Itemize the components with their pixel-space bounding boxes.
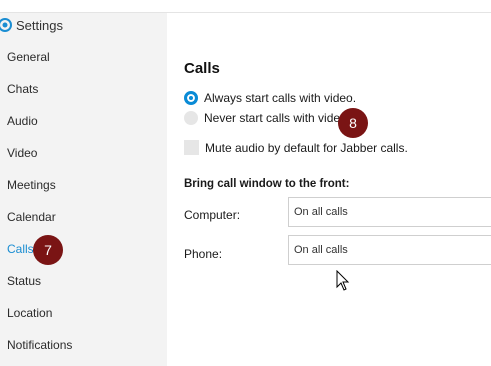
calls-settings-panel: Calls Always start calls with video. Nev… bbox=[167, 13, 491, 366]
always-video-option[interactable]: Always start calls with video. bbox=[184, 91, 356, 105]
sidebar-item-calendar[interactable]: Calendar bbox=[0, 201, 167, 233]
settings-title: Settings bbox=[16, 17, 63, 33]
sidebar-item-audio[interactable]: Audio bbox=[0, 105, 167, 137]
sidebar-item-status[interactable]: Status bbox=[0, 265, 167, 297]
bring-front-heading: Bring call window to the front: bbox=[184, 178, 350, 190]
sidebar-item-notifications[interactable]: Notifications bbox=[0, 329, 167, 361]
phone-label: Phone: bbox=[184, 247, 223, 261]
always-video-label: Always start calls with video. bbox=[204, 91, 357, 105]
never-video-label: Never start calls with video. bbox=[204, 111, 351, 125]
sidebar-nav: General Chats Audio Video Meetings Calen… bbox=[0, 41, 167, 361]
sidebar-item-location[interactable]: Location bbox=[0, 297, 167, 329]
sidebar-item-meetings[interactable]: Meetings bbox=[0, 169, 167, 201]
step-badge-7: 7 bbox=[33, 235, 63, 265]
radio-selected[interactable] bbox=[184, 91, 198, 105]
mute-audio-option[interactable]: Mute audio by default for Jabber calls. bbox=[184, 140, 408, 155]
mute-audio-label: Mute audio by default for Jabber calls. bbox=[205, 140, 408, 155]
never-video-option[interactable]: Never start calls with video. bbox=[184, 111, 350, 125]
sidebar-item-calls[interactable]: Calls bbox=[0, 233, 167, 265]
section-title: Calls bbox=[184, 60, 220, 77]
sidebar-item-chats[interactable]: Chats bbox=[0, 73, 167, 105]
computer-label: Computer: bbox=[184, 208, 241, 222]
computer-select[interactable]: On all calls bbox=[288, 197, 491, 227]
radio-unselected[interactable] bbox=[184, 111, 198, 125]
jabber-logo-icon bbox=[0, 18, 12, 32]
sidebar-item-general[interactable]: General bbox=[0, 41, 167, 73]
phone-select[interactable]: On all calls bbox=[288, 235, 491, 265]
top-bar bbox=[0, 0, 491, 13]
mouse-cursor-icon bbox=[336, 270, 350, 291]
mute-audio-checkbox[interactable] bbox=[184, 140, 199, 155]
settings-header: Settings bbox=[0, 14, 63, 36]
sidebar-item-video[interactable]: Video bbox=[0, 137, 167, 169]
step-badge-8: 8 bbox=[338, 108, 368, 138]
